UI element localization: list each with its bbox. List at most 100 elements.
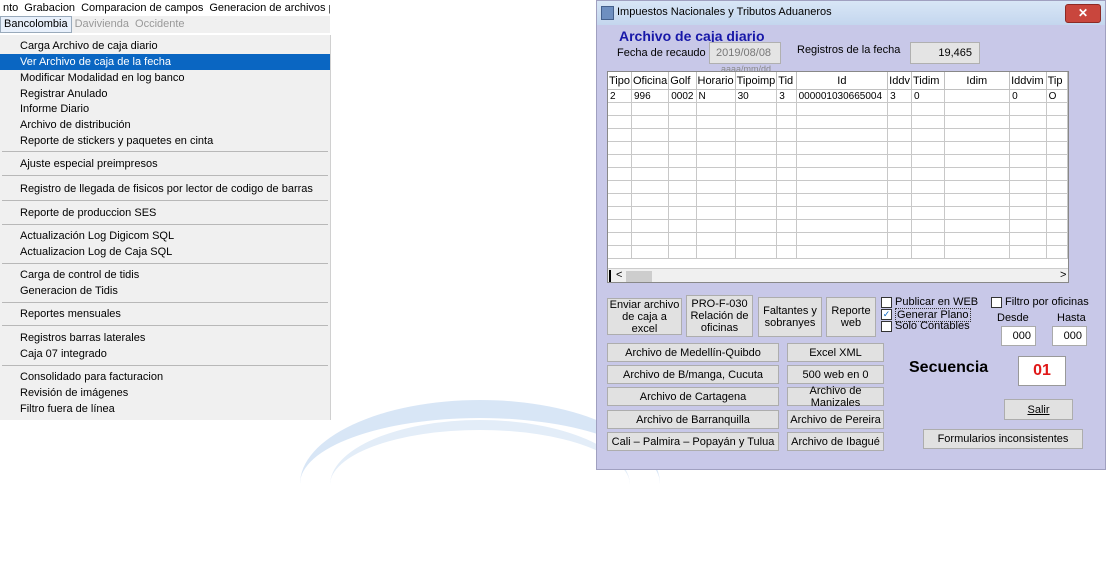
tab-bancolombia[interactable]: Bancolombia bbox=[0, 16, 72, 33]
menu-item-generacion-tidis[interactable]: Generacion de Tidis bbox=[0, 283, 330, 299]
table-cell: O bbox=[1046, 89, 1068, 103]
scroll-thumb[interactable] bbox=[626, 271, 652, 282]
menu-bar: nto Grabacion Comparacion de campos Generac… bbox=[0, 0, 330, 16]
menu-item-archivo-distribucion[interactable]: Archivo de distribución bbox=[0, 117, 330, 133]
faltantes-button[interactable]: Faltantes y sobranyes bbox=[758, 297, 822, 337]
menu-item-registrar-anulado[interactable]: Registrar Anulado bbox=[0, 86, 330, 102]
close-icon[interactable]: ✕ bbox=[1065, 4, 1101, 23]
column-header[interactable]: Iddvim bbox=[1009, 72, 1047, 90]
table-row bbox=[608, 245, 1068, 259]
column-header[interactable]: Golf bbox=[668, 72, 697, 90]
menu-separator bbox=[2, 224, 328, 225]
table-row bbox=[608, 154, 1068, 168]
table-cell: 3 bbox=[776, 89, 797, 103]
tab-davivienda[interactable]: Davivienda bbox=[72, 16, 132, 33]
records-grid[interactable]: Tipo Oficina Golf Horario Tipoimp Tid Id… bbox=[607, 71, 1069, 283]
menu-item-actualizacion-digicom[interactable]: Actualización Log Digicom SQL bbox=[0, 228, 330, 244]
background-swoosh-inner bbox=[330, 420, 630, 550]
excel-xml-button[interactable]: Excel XML bbox=[787, 343, 884, 362]
column-header[interactable]: Iddv bbox=[887, 72, 912, 90]
filtro-oficinas-checkbox[interactable] bbox=[991, 297, 1002, 308]
bmanga-button[interactable]: Archivo de B/manga, Cucuta bbox=[607, 365, 779, 384]
generar-plano-checkbox[interactable]: ✓ bbox=[881, 309, 892, 320]
table-cell: 30 bbox=[735, 89, 778, 103]
window-title: Impuestos Nacionales y Tributos Aduanero… bbox=[617, 6, 832, 18]
publicar-web-checkbox[interactable] bbox=[881, 297, 892, 308]
button-label: Faltantes y bbox=[763, 305, 817, 317]
secuencia-label: Secuencia bbox=[909, 359, 989, 376]
table-cell: 0 bbox=[911, 89, 945, 103]
column-header[interactable]: Horario bbox=[696, 72, 736, 90]
menu-separator bbox=[2, 151, 328, 152]
menu-item-carga-archivo[interactable]: Carga Archivo de caja diario bbox=[0, 38, 330, 54]
menu-separator bbox=[2, 365, 328, 366]
tab-occidente[interactable]: Occidente bbox=[132, 16, 188, 33]
column-header[interactable]: Tipo bbox=[608, 72, 632, 90]
salir-button[interactable]: Salir bbox=[1004, 399, 1073, 420]
column-header[interactable]: Tipoimp bbox=[735, 72, 778, 90]
desde-input[interactable]: 000 bbox=[1001, 326, 1036, 346]
menu-item-nto[interactable]: nto bbox=[0, 0, 21, 16]
scroll-right-icon[interactable]: > bbox=[1060, 269, 1066, 281]
menu-item-generacion[interactable]: Generacion de archivos pla bbox=[206, 0, 330, 16]
menu-item-filtro-fuera[interactable]: Filtro fuera de línea bbox=[0, 401, 330, 417]
text-cursor bbox=[609, 270, 611, 282]
column-header[interactable]: Oficina bbox=[631, 72, 670, 90]
cartagena-button[interactable]: Archivo de Cartagena bbox=[607, 387, 779, 406]
pereira-button[interactable]: Archivo de Pereira bbox=[787, 410, 884, 429]
hasta-input[interactable]: 000 bbox=[1052, 326, 1087, 346]
menu-item-reportes-mensuales[interactable]: Reportes mensuales bbox=[0, 306, 330, 322]
column-header[interactable]: Idim bbox=[944, 72, 1011, 90]
button-label: Relación de bbox=[690, 310, 749, 322]
registros-label: Registros de la fecha bbox=[797, 44, 901, 56]
app-window: Impuestos Nacionales y Tributos Aduanero… bbox=[596, 0, 1106, 470]
menu-item-actualizacion-caja[interactable]: Actualizacion Log de Caja SQL bbox=[0, 244, 330, 260]
enviar-excel-button[interactable]: Enviar archivo de caja a excel bbox=[607, 298, 682, 335]
menu-item-registros-barras[interactable]: Registros barras laterales bbox=[0, 330, 330, 346]
table-row[interactable]: 2 996 0002 N 30 3 000001030665004 3 0 0 … bbox=[608, 89, 1068, 103]
menu-item-reporte-stickers[interactable]: Reporte de stickers y paquetes en cinta bbox=[0, 133, 330, 149]
menu-item-reporte-produccion[interactable]: Reporte de produccion SES bbox=[0, 205, 330, 221]
publicar-web-label: Publicar en WEB bbox=[895, 296, 979, 308]
column-header[interactable]: Tid bbox=[776, 72, 797, 90]
table-row bbox=[608, 102, 1068, 116]
column-header[interactable]: Tip bbox=[1046, 72, 1068, 90]
menu-item-informe-diario[interactable]: Informe Diario bbox=[0, 101, 330, 117]
menu-item-ajuste-especial[interactable]: Ajuste especial preimpresos bbox=[0, 156, 330, 172]
table-cell: 3 bbox=[887, 89, 912, 103]
registros-count: 19,465 bbox=[910, 42, 980, 64]
menu-item-consolidado[interactable]: Consolidado para facturacion bbox=[0, 369, 330, 385]
menu-item-carga-tidis[interactable]: Carga de control de tidis bbox=[0, 267, 330, 283]
solo-contables-checkbox[interactable] bbox=[881, 321, 892, 332]
column-header[interactable]: Tidim bbox=[911, 72, 945, 90]
reporte-web-button[interactable]: Reporte web bbox=[826, 297, 876, 337]
menu-item-ver-archivo[interactable]: Ver Archivo de caja de la fecha bbox=[0, 54, 330, 70]
menu-separator bbox=[2, 175, 328, 176]
menu-item-grabacion[interactable]: Grabacion bbox=[21, 0, 78, 16]
fecha-field[interactable]: 2019/08/08 bbox=[709, 42, 781, 64]
menu-item-caja-07[interactable]: Caja 07 integrado bbox=[0, 346, 330, 362]
table-row bbox=[608, 180, 1068, 194]
barranquilla-button[interactable]: Archivo de Barranquilla bbox=[607, 410, 779, 429]
secuencia-value: 01 bbox=[1018, 356, 1066, 386]
table-row bbox=[608, 206, 1068, 220]
pro-f-030-button[interactable]: PRO-F-030 Relación de oficinas bbox=[686, 295, 753, 337]
medellin-button[interactable]: Archivo de Medellín-Quibdo bbox=[607, 343, 779, 362]
button-label: sobranyes bbox=[764, 317, 816, 329]
app-icon bbox=[601, 6, 614, 20]
ibague-button[interactable]: Archivo de Ibagué bbox=[787, 432, 884, 451]
menu-item-comparacion[interactable]: Comparacion de campos bbox=[78, 0, 206, 16]
menu-item-modificar-modalidad[interactable]: Modificar Modalidad en log banco bbox=[0, 70, 330, 86]
menu-separator bbox=[2, 263, 328, 264]
scroll-left-icon[interactable]: < bbox=[616, 269, 622, 281]
column-header[interactable]: Id bbox=[796, 72, 889, 90]
table-row bbox=[608, 141, 1068, 155]
cali-button[interactable]: Cali – Palmira – Popayán y Tulua bbox=[607, 432, 779, 451]
manizales-button[interactable]: Archivo de Manizales bbox=[787, 385, 884, 409]
menu-item-revision-imagenes[interactable]: Revisión de imágenes bbox=[0, 385, 330, 401]
formularios-inconsistentes-button[interactable]: Formularios inconsistentes bbox=[923, 429, 1083, 449]
button-label: PRO-F-030 bbox=[691, 298, 748, 310]
menu-item-registro-llegada[interactable]: Registro de llegada de fisicos por lecto… bbox=[0, 181, 330, 197]
horizontal-scrollbar[interactable]: < > bbox=[608, 268, 1068, 282]
web-500-button[interactable]: 500 web en 0 bbox=[787, 365, 884, 384]
